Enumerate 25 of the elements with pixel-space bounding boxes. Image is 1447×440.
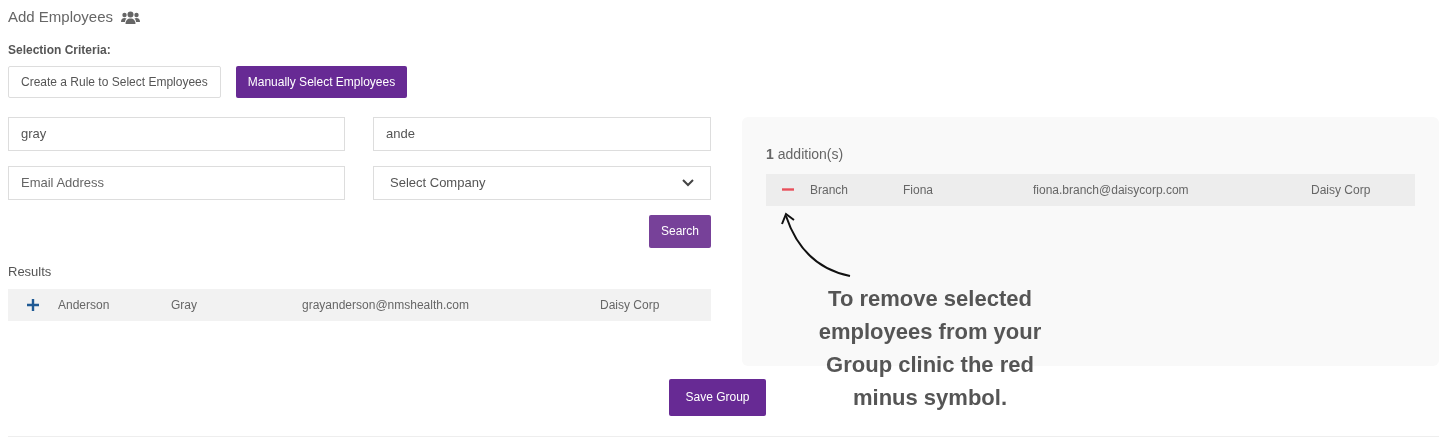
- first-name: Gray: [171, 297, 198, 314]
- search-button[interactable]: Search: [648, 214, 711, 248]
- additions-label: addition(s): [777, 144, 844, 164]
- input-field[interactable]: ande: [373, 116, 711, 151]
- input-field[interactable]: Email Address: [8, 165, 345, 200]
- page-title: Add Employees: [8, 7, 114, 27]
- first-name: Fiona: [903, 181, 935, 199]
- email-address: fiona.branch@daisycorp.com: [1033, 181, 1190, 199]
- criteria-label: Selection Criteria:: [8, 41, 112, 59]
- company-select[interactable]: Select Company: [373, 165, 711, 200]
- chevron-down-icon: [682, 178, 694, 187]
- last-name: Branch: [810, 181, 850, 199]
- criteria-tab[interactable]: Manually Select Employees: [235, 65, 408, 98]
- company-name: Daisy Corp: [600, 297, 661, 314]
- additions-count: 1: [766, 144, 774, 164]
- criteria-tab[interactable]: Create a Rule to Select Employees: [8, 65, 221, 98]
- plus-icon[interactable]: [27, 299, 39, 311]
- last-name: Anderson: [58, 297, 111, 314]
- save-group-button[interactable]: Save Group: [669, 378, 766, 416]
- company-name: Daisy Corp: [1311, 181, 1372, 199]
- email-address: grayanderson@nmshealth.com: [302, 297, 470, 314]
- callout-text: To remove selected employees from your Group clinic the red minus symbol.: [817, 285, 1043, 412]
- results-label: Results: [8, 262, 53, 281]
- users-icon: [121, 10, 141, 24]
- input-field[interactable]: gray: [8, 116, 345, 151]
